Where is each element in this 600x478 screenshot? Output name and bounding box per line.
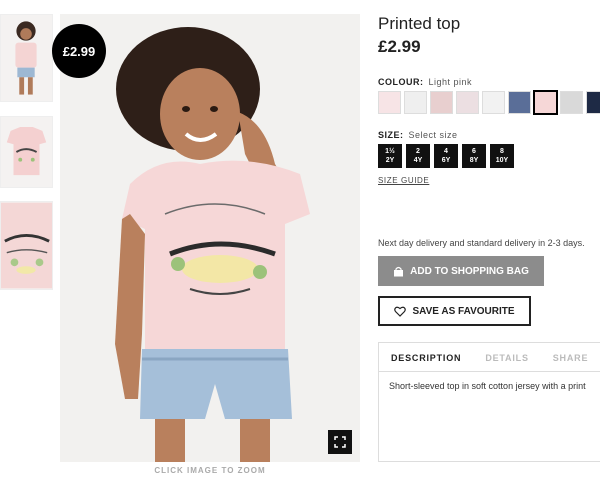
size-option[interactable]: 2 4Y [406, 144, 430, 168]
expand-icon [334, 436, 346, 448]
size-guide-link[interactable]: SIZE GUIDE [378, 176, 429, 185]
thumbnail-1[interactable] [0, 14, 53, 102]
eye-print-swatch[interactable] [378, 91, 401, 114]
thumbnail-2[interactable] [0, 116, 53, 188]
add-to-bag-button[interactable]: ADD TO SHOPPING BAG [378, 256, 544, 286]
colour-label: COLOUR: [378, 77, 424, 87]
size-option[interactable]: 8 10Y [490, 144, 514, 168]
save-favourite-label: SAVE AS FAVOURITE [412, 305, 515, 317]
size-option[interactable]: 6 8Y [462, 144, 486, 168]
thumbnail-girl-image [15, 21, 37, 95]
size-label-row: SIZE: Select size [378, 130, 458, 140]
size-prompt: Select size [408, 130, 458, 140]
zoom-caption: CLICK IMAGE TO ZOOM [154, 466, 266, 475]
heart-icon [394, 306, 407, 317]
tab-share[interactable]: SHARE [541, 343, 600, 371]
light-pink-swatch[interactable] [533, 90, 558, 115]
thumbnail-top-image [6, 126, 47, 176]
size-option[interactable]: 4 6Y [434, 144, 458, 168]
product-photo-girl-pink-top [60, 14, 360, 462]
white-swatch[interactable] [482, 91, 505, 114]
delivery-info: Next day delivery and standard delivery … [378, 238, 585, 248]
product-price: £2.99 [378, 37, 421, 56]
floral-print-swatch[interactable] [430, 91, 453, 114]
product-title: Printed top [378, 14, 461, 33]
size-option[interactable]: 1½ 2Y [378, 144, 402, 168]
tab-bar: DESCRIPTION DETAILS SHARE [379, 343, 600, 372]
main-product-image[interactable] [60, 14, 360, 462]
product-info-tabs: DESCRIPTION DETAILS SHARE Short-sleeved to… [378, 342, 600, 462]
bicycle-print-swatch[interactable] [456, 91, 479, 114]
save-favourite-button[interactable]: SAVE AS FAVOURITE [378, 296, 531, 326]
colour-selected-value: Light pink [428, 77, 473, 87]
shopping-bag-icon [394, 266, 404, 276]
price-badge: £2.99 [52, 24, 106, 78]
tab-details[interactable]: DETAILS [473, 343, 540, 371]
size-label: SIZE: [378, 130, 404, 140]
navy-dots-swatch[interactable] [586, 91, 600, 114]
add-to-bag-label: ADD TO SHOPPING BAG [410, 265, 529, 277]
size-options: 1½ 2Y 2 4Y 4 6Y 6 8Y 8 10Y [378, 144, 514, 168]
tab-description[interactable]: DESCRIPTION [379, 343, 473, 371]
zoom-button[interactable] [328, 430, 352, 454]
light-grey-swatch[interactable] [404, 91, 427, 114]
denim-blue-swatch[interactable] [508, 91, 531, 114]
description-text: Short-sleeved top in soft cotton jersey … [389, 381, 586, 391]
colour-swatches [378, 90, 600, 115]
thumbnail-print-detail-image [1, 202, 52, 289]
colour-label-row: COLOUR: Light pink [378, 77, 472, 87]
thumbnail-3[interactable] [0, 201, 53, 290]
grey-melange-swatch[interactable] [560, 91, 583, 114]
